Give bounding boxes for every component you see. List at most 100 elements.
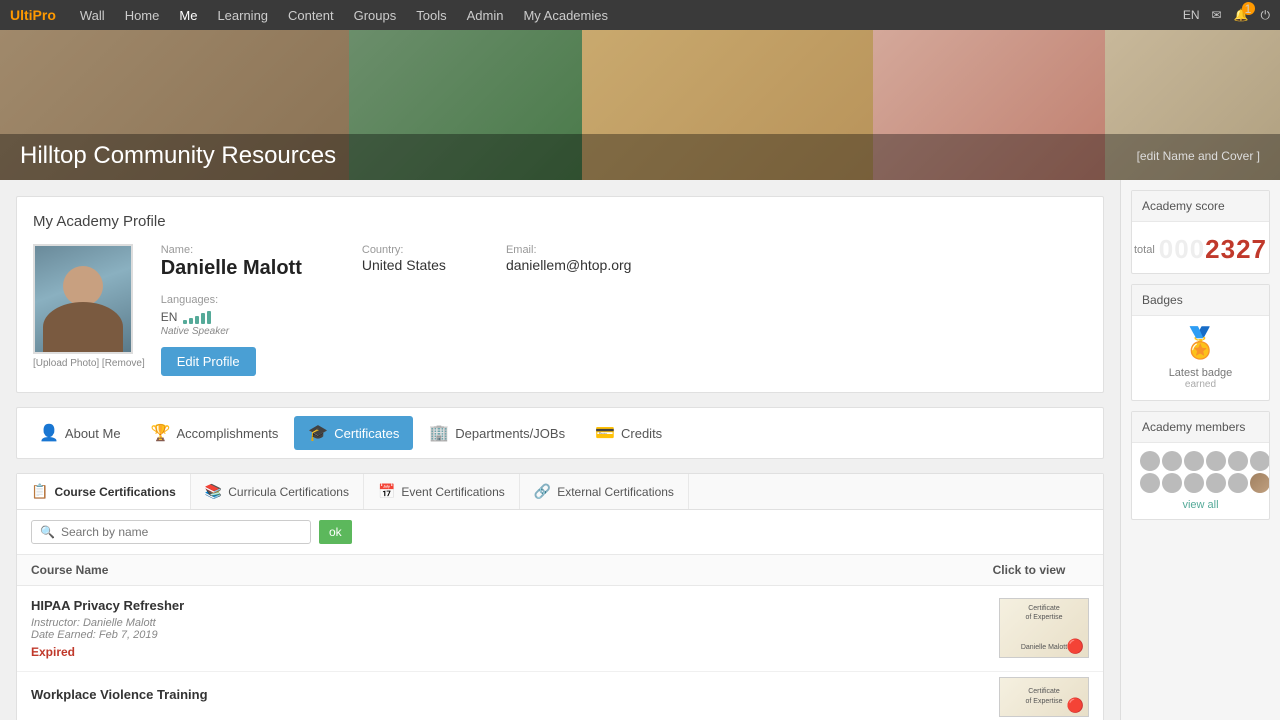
member-avatar (1228, 473, 1248, 493)
languages-section: Languages: EN Native Speaker (161, 294, 1087, 337)
event-cert-icon: 📅 (378, 483, 395, 500)
course-instructor: Instructor: Danielle Malott (31, 617, 989, 629)
nav-admin[interactable]: Admin (459, 8, 512, 23)
name-section: Name: Danielle Malott (161, 244, 302, 290)
language-selector[interactable]: EN (1183, 8, 1200, 22)
badge-placeholder-icon: 🏅 (1142, 326, 1259, 361)
certifications-panel: 📋 Course Certifications 📚 Curricula Cert… (16, 473, 1104, 720)
members-grid (1140, 451, 1261, 493)
academy-members-card: Academy members view all (1131, 411, 1270, 520)
center-panel: My Academy Profile [Upload Photo] [Remov… (0, 180, 1120, 720)
cert-tab-event[interactable]: 📅 Event Certifications (364, 474, 520, 509)
cert-tab-course[interactable]: 📋 Course Certifications (17, 474, 191, 509)
tab-credits-label: Credits (621, 426, 662, 441)
nav-tools[interactable]: Tools (408, 8, 454, 23)
nav-right: EN ✉ 🔔 1 ⏻ (1183, 8, 1270, 23)
member-avatar (1184, 451, 1204, 471)
tab-about-me[interactable]: 👤 About Me (25, 416, 135, 450)
cert-tab-event-label: Event Certifications (401, 485, 504, 499)
academy-score-body: total 0002327 (1132, 222, 1269, 273)
profile-photo-area: [Upload Photo] [Remove] (33, 244, 145, 369)
cert-row-info: HIPAA Privacy Refresher Instructor: Dani… (31, 598, 989, 659)
tab-accomplishments[interactable]: 🏆 Accomplishments (137, 416, 293, 450)
view-all-members-link[interactable]: view all (1140, 499, 1261, 511)
profile-info: Name: Danielle Malott Country: United St… (161, 244, 1087, 376)
cert-status-expired: Expired (31, 645, 989, 659)
search-ok-button[interactable]: ok (319, 520, 352, 544)
course-name: HIPAA Privacy Refresher (31, 598, 989, 613)
member-avatar (1162, 451, 1182, 471)
edit-profile-button[interactable]: Edit Profile (161, 347, 256, 376)
members-title: Academy members (1132, 412, 1269, 443)
right-sidebar: Academy score total 0002327 Badges 🏅 Lat… (1120, 180, 1280, 720)
logo[interactable]: UltiPro (10, 7, 56, 23)
latest-badge-label: Latest badge (1142, 367, 1259, 379)
email-value: daniellem@htop.org (506, 257, 632, 273)
col-course-name: Course Name (31, 563, 969, 577)
nav-left: UltiPro Wall Home Me Learning Content Gr… (10, 7, 616, 23)
notifications-icon[interactable]: 🔔 1 (1234, 8, 1249, 22)
nav-wall[interactable]: Wall (72, 8, 113, 23)
profile-section: My Academy Profile [Upload Photo] [Remov… (16, 196, 1104, 393)
table-row: HIPAA Privacy Refresher Instructor: Dani… (17, 586, 1103, 672)
email-section: Email: daniellem@htop.org (506, 244, 632, 281)
curricula-cert-icon: 📚 (205, 483, 222, 500)
nav-groups[interactable]: Groups (346, 8, 405, 23)
tab-credits[interactable]: 💳 Credits (581, 416, 676, 450)
badges-card: Badges 🏅 Latest badge earned (1131, 284, 1270, 401)
hero-overlay: Hilltop Community Resources [edit Name a… (0, 134, 1280, 180)
cert-preview-thumbnail-2[interactable]: Certificateof Expertise (999, 677, 1089, 717)
member-avatar-photo (1250, 473, 1270, 493)
academy-score-title: Academy score (1132, 191, 1269, 222)
tab-certificates[interactable]: 🎓 Certificates (294, 416, 413, 450)
accomplishments-icon: 🏆 (151, 423, 171, 443)
top-navigation: UltiPro Wall Home Me Learning Content Gr… (0, 0, 1280, 30)
nav-content[interactable]: Content (280, 8, 342, 23)
earned-label: earned (1142, 379, 1259, 390)
nav-home[interactable]: Home (117, 8, 168, 23)
photo-links[interactable]: [Upload Photo] [Remove] (33, 358, 145, 369)
member-avatar (1228, 451, 1248, 471)
lang-proficiency-bar (183, 310, 211, 324)
tab-certificates-label: Certificates (334, 426, 399, 441)
edit-name-cover-link[interactable]: [edit Name and Cover ] (1137, 149, 1260, 163)
cert-preview-thumbnail[interactable]: Certificateof ExpertiseDanielle Malott (999, 598, 1089, 658)
academy-score-card: Academy score total 0002327 (1131, 190, 1270, 274)
power-icon[interactable]: ⏻ (1261, 8, 1271, 23)
cert-tab-external-label: External Certifications (557, 485, 674, 499)
course-cert-icon: 📋 (31, 483, 48, 500)
departments-icon: 🏢 (429, 423, 449, 443)
credits-icon: 💳 (595, 423, 615, 443)
member-avatar (1140, 473, 1160, 493)
country-label: Country: (362, 244, 446, 256)
cert-tab-curricula[interactable]: 📚 Curricula Certifications (191, 474, 364, 509)
badges-body: 🏅 Latest badge earned (1132, 316, 1269, 400)
certificates-icon: 🎓 (308, 423, 328, 443)
search-bar: 🔍 ok (17, 510, 1103, 555)
member-avatar (1184, 473, 1204, 493)
tab-departments[interactable]: 🏢 Departments/JOBs (415, 416, 579, 450)
mail-icon[interactable]: ✉ (1211, 8, 1221, 22)
cert-table-header: Course Name Click to view (17, 555, 1103, 586)
cert-row-info-2: Workplace Violence Training (31, 687, 989, 706)
languages-label: Languages: (161, 294, 1087, 306)
nav-me[interactable]: Me (171, 8, 205, 23)
hero-title: Hilltop Community Resources (20, 142, 336, 170)
members-body: view all (1132, 443, 1269, 519)
nav-my-academies[interactable]: My Academies (515, 8, 616, 23)
tab-about-me-label: About Me (65, 426, 121, 441)
member-avatar (1206, 451, 1226, 471)
cert-subtabs: 📋 Course Certifications 📚 Curricula Cert… (17, 474, 1103, 510)
lang-description: Native Speaker (161, 326, 1087, 337)
course-name-2: Workplace Violence Training (31, 687, 989, 702)
nav-learning[interactable]: Learning (209, 8, 276, 23)
search-input-wrap: 🔍 (31, 520, 311, 544)
search-input[interactable] (61, 525, 291, 539)
profile-name: Danielle Malott (161, 257, 302, 280)
col-click-to-view: Click to view (969, 563, 1089, 577)
course-date: Date Earned: Feb 7, 2019 (31, 629, 989, 641)
cert-tab-external[interactable]: 🔗 External Certifications (520, 474, 689, 509)
external-cert-icon: 🔗 (534, 483, 551, 500)
country-value: United States (362, 257, 446, 273)
tab-accomplishments-label: Accomplishments (177, 426, 279, 441)
